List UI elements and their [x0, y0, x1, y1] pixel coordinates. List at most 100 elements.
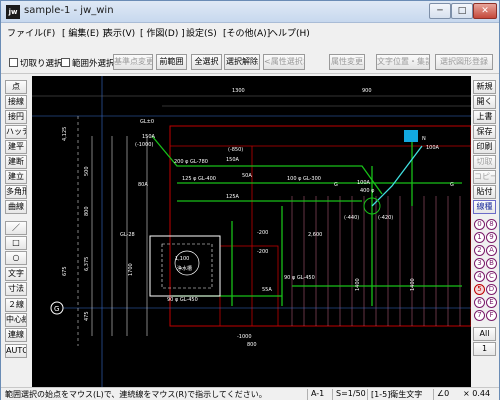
- tool-center-line[interactable]: 中心線: [5, 313, 27, 327]
- tool-building-plan[interactable]: 建平: [5, 140, 27, 154]
- pipe-label: 80A: [138, 182, 148, 188]
- layer-d[interactable]: D: [486, 284, 497, 295]
- misc-label: 800: [247, 342, 257, 348]
- menu-edit[interactable]: [ 編集(E) ]: [62, 26, 105, 39]
- layer-a[interactable]: A: [486, 245, 497, 256]
- cyan-pipe: [371, 145, 423, 207]
- layer-8[interactable]: 8: [486, 219, 497, 230]
- select-figure-register-button[interactable]: 選択図形登録: [435, 54, 493, 70]
- text-position-collect-button[interactable]: 文字位置・集計: [376, 54, 430, 70]
- base-point-change-button[interactable]: 基準点変更: [113, 54, 153, 70]
- tool-text[interactable]: 文字: [5, 267, 27, 281]
- line-type-button[interactable]: 線種: [473, 200, 496, 214]
- save-button[interactable]: 保存: [473, 125, 496, 139]
- attr-change-button[interactable]: 属性変更: [329, 54, 365, 70]
- drawing-canvas[interactable]: G 1300 900 150A (-1000) 200 φ GL-780 80A…: [32, 76, 471, 387]
- misc-label: N: [422, 136, 426, 142]
- tool-auto[interactable]: AUTO: [5, 344, 27, 358]
- misc-label: G: [334, 182, 338, 188]
- layer-all-button[interactable]: All: [473, 327, 496, 341]
- window-title: sample-1 - jw_win: [24, 5, 114, 16]
- left-dim-label: 500: [84, 166, 90, 176]
- status-separator: [367, 389, 368, 400]
- outside-select-checkbox[interactable]: [61, 58, 70, 67]
- new-button[interactable]: 新規: [473, 80, 496, 94]
- status-message: 範囲選択の始点をマウス(L)で、連続線をマウス(R)で指示してください。: [5, 390, 267, 399]
- tool-circle-icon[interactable]: ○: [5, 251, 27, 265]
- misc-label: -200: [257, 249, 268, 255]
- attr-select-button[interactable]: <属性選択>: [263, 54, 305, 70]
- pipe-label: 150A: [226, 157, 240, 163]
- open-button[interactable]: 開く: [473, 95, 496, 109]
- layer-b[interactable]: B: [486, 258, 497, 269]
- layer-5[interactable]: 5: [474, 284, 485, 295]
- pipe-label: 125 φ GL-400: [182, 176, 216, 182]
- room-label: 浄水槽: [177, 265, 192, 272]
- select-all-button[interactable]: 全選択: [191, 54, 222, 70]
- tool-rectangle-icon[interactable]: □: [5, 236, 27, 250]
- layer-1[interactable]: 1: [474, 232, 485, 243]
- status-zoom[interactable]: × 0.44: [463, 389, 490, 398]
- tool-double-line[interactable]: ２線: [5, 298, 27, 312]
- tool-tangent[interactable]: 接線: [5, 95, 27, 109]
- tool-polygon[interactable]: 多角形: [5, 185, 27, 199]
- misc-label: GL-28: [120, 232, 135, 238]
- layer-0[interactable]: 0: [474, 219, 485, 230]
- paste-button[interactable]: 貼付: [473, 185, 496, 199]
- menu-view[interactable]: 表示(V): [104, 26, 135, 39]
- menu-settings[interactable]: 設定(S): [186, 26, 217, 39]
- menu-file[interactable]: ファイル(F): [7, 26, 55, 39]
- layer-3[interactable]: 3: [474, 258, 485, 269]
- overwrite-button[interactable]: 上書: [473, 110, 496, 124]
- misc-label: 1400: [355, 278, 361, 291]
- layer-9[interactable]: 9: [486, 232, 497, 243]
- tool-point[interactable]: 点: [5, 80, 27, 94]
- cut-select-checkbox[interactable]: [9, 58, 18, 67]
- status-scale[interactable]: S=1/50: [336, 389, 366, 398]
- tool-tangent-circle[interactable]: 接円: [5, 110, 27, 124]
- minimize-button[interactable]: ─: [429, 3, 451, 19]
- layer-one-button[interactable]: 1: [473, 342, 496, 356]
- layer-2[interactable]: 2: [474, 245, 485, 256]
- dim-label: 900: [362, 88, 372, 94]
- menu-other[interactable]: [その他(A)]: [223, 26, 270, 39]
- status-separator: [332, 389, 333, 400]
- prev-range-button[interactable]: 前範囲: [156, 54, 187, 70]
- print-button[interactable]: 印刷: [473, 140, 496, 154]
- tool-curve[interactable]: 曲線: [5, 200, 27, 214]
- pipe-label: (-440): [344, 215, 359, 221]
- maximize-button[interactable]: □: [451, 3, 473, 19]
- status-layer-name[interactable]: [1-5]衛生文字: [371, 389, 422, 400]
- menu-draw[interactable]: [ 作図(D) ]: [140, 26, 185, 39]
- tool-building-elevation[interactable]: 建立: [5, 170, 27, 184]
- misc-label: 1700: [128, 263, 134, 276]
- select-cancel-button[interactable]: 選択解除: [224, 54, 260, 70]
- cut-button[interactable]: 切取: [473, 155, 496, 169]
- layer-f[interactable]: F: [486, 310, 497, 321]
- room-label: 90 φ GL-450: [167, 297, 198, 303]
- cut-select-label: 切取り選択: [20, 59, 63, 69]
- layer-e[interactable]: E: [486, 297, 497, 308]
- copy-button[interactable]: コピー: [473, 170, 496, 184]
- menu-bar: ファイル(F) [ 編集(E) ] 表示(V) [ 作図(D) ] 設定(S) …: [1, 23, 499, 40]
- misc-label: 1400: [410, 278, 416, 291]
- layer-7[interactable]: 7: [474, 310, 485, 321]
- menu-help[interactable]: ヘルプ(H): [269, 26, 310, 39]
- tool-hatch[interactable]: ハッチ: [5, 125, 27, 139]
- tool-line-icon[interactable]: ／: [5, 221, 27, 235]
- tool-dimension[interactable]: 寸法: [5, 282, 27, 296]
- layer-4[interactable]: 4: [474, 271, 485, 282]
- misc-label: 100A: [426, 145, 440, 151]
- left-dim-label: 800: [84, 206, 90, 216]
- misc-label: 2,600: [308, 232, 322, 238]
- room-outline: [219, 245, 279, 327]
- status-angle[interactable]: ∠0: [437, 389, 449, 398]
- pipe-label: 125A: [226, 194, 240, 200]
- layer-c[interactable]: C: [486, 271, 497, 282]
- layer-6[interactable]: 6: [474, 297, 485, 308]
- status-bar: 範囲選択の始点をマウス(L)で、連続線をマウス(R)で指示してください。 A-1…: [1, 387, 499, 400]
- close-button[interactable]: ✕: [473, 3, 497, 19]
- tool-connect-line[interactable]: 連線: [5, 328, 27, 342]
- tool-building-section[interactable]: 建断: [5, 155, 27, 169]
- pipe-label: 50A: [242, 173, 252, 179]
